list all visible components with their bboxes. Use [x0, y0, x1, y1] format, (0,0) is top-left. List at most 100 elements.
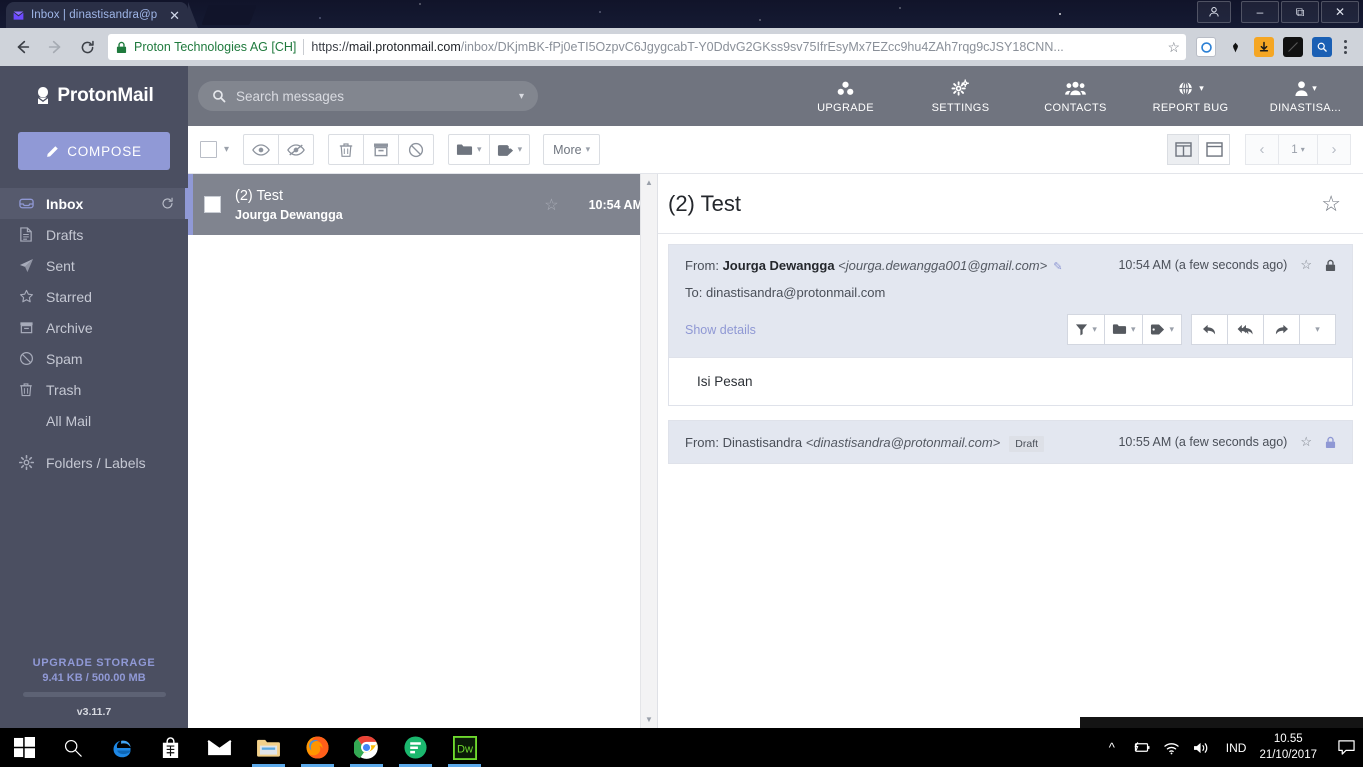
kebab-menu-icon[interactable]: [1334, 40, 1355, 54]
extension-black-icon[interactable]: [1283, 37, 1303, 57]
sidebar-item-inbox[interactable]: Inbox: [0, 188, 188, 219]
store-taskbar-button[interactable]: [146, 728, 195, 767]
move-to-folder-button[interactable]: ▾: [448, 134, 490, 165]
archive-button[interactable]: [363, 134, 400, 165]
tab-close-icon[interactable]: ✕: [167, 9, 182, 22]
more-button[interactable]: More ▾: [543, 134, 601, 165]
message-more-button[interactable]: ▾: [1299, 314, 1336, 345]
spam-button[interactable]: [398, 134, 435, 165]
chevron-down-icon[interactable]: ▾: [224, 144, 229, 155]
chevron-down-icon[interactable]: ▾: [519, 91, 524, 102]
topnav-contacts[interactable]: CONTACTS: [1018, 66, 1133, 126]
label-as-button[interactable]: ▾: [488, 134, 531, 165]
chevron-up-icon[interactable]: ^: [1097, 728, 1127, 767]
topnav-account[interactable]: ▾ DINASTISA...: [1248, 66, 1363, 126]
row-checkbox[interactable]: [204, 196, 221, 213]
sidebar-item-sent[interactable]: Sent: [0, 250, 188, 281]
toolbar-right: ‹ 1 ▾ ›: [1167, 134, 1351, 165]
sidebar-item-trash[interactable]: Trash: [0, 374, 188, 405]
column-view-button[interactable]: [1167, 134, 1199, 165]
browser-tab[interactable]: Inbox | dinastisandra@p ✕: [6, 2, 198, 28]
sidebar-item-drafts[interactable]: Drafts: [0, 219, 188, 250]
upgrade-storage-link[interactable]: UPGRADE STORAGE: [0, 657, 188, 669]
forward-button[interactable]: [1263, 314, 1300, 345]
address-bar[interactable]: Proton Technologies AG [CH] https://mail…: [108, 34, 1186, 60]
dreamweaver-taskbar-button[interactable]: Dw: [440, 728, 489, 767]
refresh-icon[interactable]: [161, 197, 174, 210]
reply-button[interactable]: [1191, 314, 1228, 345]
explorer-taskbar-button[interactable]: [244, 728, 293, 767]
topnav-upgrade[interactable]: UPGRADE: [788, 66, 903, 126]
scroll-up-arrow-icon[interactable]: ▲: [641, 174, 657, 191]
profile-button[interactable]: [1197, 1, 1231, 23]
mark-read-button[interactable]: [243, 134, 280, 165]
sidebar-item-folders-labels[interactable]: Folders / Labels: [0, 447, 188, 478]
sidebar-item-spam[interactable]: Spam: [0, 343, 188, 374]
lock-icon[interactable]: [1325, 259, 1336, 272]
move-to-folder-button[interactable]: ▾: [1103, 314, 1144, 345]
show-details-link[interactable]: Show details: [685, 323, 1057, 337]
star-icon[interactable]: ☆: [1300, 434, 1312, 450]
sidebar-item-starred[interactable]: Starred: [0, 281, 188, 312]
volume-icon[interactable]: [1187, 728, 1217, 767]
sidebar-item-all-mail[interactable]: All Mail: [0, 405, 188, 436]
mail-taskbar-button[interactable]: [195, 728, 244, 767]
row-view-button[interactable]: [1198, 134, 1230, 165]
edge-taskbar-button[interactable]: [97, 728, 146, 767]
battery-icon[interactable]: [1127, 728, 1157, 767]
mail-list-item[interactable]: (2) Test Jourga Dewangga ☆ 10:54 AM: [188, 174, 657, 235]
scroll-down-arrow-icon[interactable]: ▼: [641, 711, 657, 728]
select-all-checkbox[interactable]: [200, 141, 217, 158]
notification-icon[interactable]: [1329, 728, 1363, 767]
sidebar-item-label: Sent: [46, 257, 75, 274]
minimize-button[interactable]: –: [1241, 1, 1279, 23]
search-input[interactable]: Search messages ▾: [198, 81, 538, 111]
green-app-taskbar-button[interactable]: [391, 728, 440, 767]
mark-unread-button[interactable]: [278, 134, 315, 165]
list-scrollbar[interactable]: ▲ ▼: [640, 174, 657, 728]
move-group: [328, 134, 435, 165]
language-indicator[interactable]: IND: [1217, 741, 1256, 755]
star-icon[interactable]: ☆: [1300, 257, 1312, 273]
extension-dark-icon[interactable]: [1225, 37, 1245, 57]
chevron-down-icon: ▾: [1169, 324, 1174, 334]
topnav-settings[interactable]: SETTINGS: [903, 66, 1018, 126]
wifi-icon[interactable]: [1157, 728, 1187, 767]
chrome-taskbar-button[interactable]: [342, 728, 391, 767]
search-taskbar-button[interactable]: [48, 728, 97, 767]
next-page-button[interactable]: ›: [1317, 134, 1351, 165]
brand-name: ProtonMail: [57, 85, 154, 106]
compose-button[interactable]: COMPOSE: [18, 132, 170, 170]
delete-button[interactable]: [328, 134, 365, 165]
extension-blue-circle-icon[interactable]: [1196, 37, 1216, 57]
star-icon[interactable]: ☆: [1321, 191, 1341, 217]
reload-icon[interactable]: [72, 32, 102, 62]
label-as-button[interactable]: ▾: [1142, 314, 1182, 345]
new-tab-button[interactable]: [201, 5, 257, 25]
page-number-button[interactable]: 1 ▾: [1278, 134, 1318, 165]
back-arrow-icon[interactable]: [8, 32, 38, 62]
maximize-button[interactable]: ⧉: [1281, 1, 1319, 23]
pencil-icon[interactable]: ✎: [1053, 261, 1062, 273]
prev-page-button[interactable]: ‹: [1245, 134, 1279, 165]
download-icon[interactable]: [1254, 37, 1274, 57]
compose-label: COMPOSE: [67, 143, 142, 159]
upgrade-icon: [836, 79, 855, 98]
message-to: To: dinastisandra@protonmail.com: [685, 285, 1336, 300]
firefox-taskbar-button[interactable]: [293, 728, 342, 767]
sidebar-item-archive[interactable]: Archive: [0, 312, 188, 343]
reply-all-button[interactable]: [1227, 314, 1264, 345]
bookmark-star-icon[interactable]: ☆: [1163, 39, 1180, 56]
message-actions: Show details ▾ ▾ ▾ ▾: [685, 300, 1336, 357]
star-icon[interactable]: ☆: [544, 195, 558, 215]
topnav-report-bug[interactable]: ▾ REPORT BUG: [1133, 66, 1248, 126]
message-collapsed[interactable]: From: Dinastisandra <dinastisandra@proto…: [668, 420, 1353, 464]
lock-icon[interactable]: [1325, 436, 1336, 449]
message-reply-group: ▾: [1191, 314, 1336, 345]
mail-list-pane: (2) Test Jourga Dewangga ☆ 10:54 AM ▲ ▼: [188, 174, 658, 728]
filter-button[interactable]: ▾: [1067, 314, 1105, 345]
start-button[interactable]: [0, 728, 48, 767]
search-extension-icon[interactable]: [1312, 37, 1332, 57]
clock[interactable]: 10.55 21/10/2017: [1255, 732, 1329, 763]
close-button[interactable]: ✕: [1321, 1, 1359, 23]
